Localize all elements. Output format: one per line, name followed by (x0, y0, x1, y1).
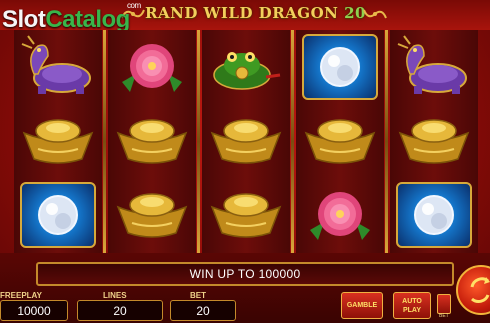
symbol-dragon-turtle (16, 32, 100, 102)
pearl-frame (302, 34, 378, 100)
symbol-dragon-turtle (392, 32, 476, 102)
symbol-gold-ingot (298, 106, 382, 176)
symbol-money-toad (204, 32, 288, 102)
freeplay-label: FREEPLAY (0, 291, 42, 300)
gold-ingot-icon (116, 193, 188, 238)
peony-flower-icon (122, 44, 182, 92)
bet-value[interactable]: 20 (170, 300, 236, 321)
dragon-turtle-icon (397, 35, 467, 94)
symbol-gold-ingot (392, 106, 476, 176)
dragon-turtle-icon (21, 35, 91, 94)
symbol-gold-ingot (16, 106, 100, 176)
reel-divider (103, 30, 106, 253)
gold-ingot-icon (398, 119, 470, 164)
bet-increase-button[interactable] (437, 294, 451, 314)
spin-button[interactable] (456, 265, 490, 315)
autoplay-label-line2: PLAY (402, 306, 422, 314)
money-toad-icon (213, 52, 281, 90)
gold-ingot-icon (210, 193, 282, 238)
bet-label: BET (190, 291, 206, 300)
pearl-icon (414, 195, 454, 235)
pearl-frame (20, 182, 96, 248)
gold-ingot-icon (22, 119, 94, 164)
symbol-pearl (298, 32, 382, 102)
symbol-peony-flower (110, 32, 194, 102)
cloud-ornament-icon (363, 9, 387, 19)
bet-side-label: BET (439, 313, 449, 319)
peony-flower-icon (310, 192, 370, 240)
symbol-gold-ingot (204, 106, 288, 176)
spin-arrows-icon (470, 277, 490, 304)
pearl-icon (320, 47, 360, 87)
reel-divider (197, 30, 200, 253)
symbol-pearl (392, 180, 476, 250)
gold-ingot-icon (210, 119, 282, 164)
game-title: RAND WILD DRAGON 20 (145, 4, 366, 22)
symbol-pearl (16, 180, 100, 250)
win-message-box: WIN UP TO 100000 (36, 262, 454, 286)
freeplay-value: 10000 (0, 300, 68, 321)
pearl-icon (38, 195, 78, 235)
win-message: WIN UP TO 100000 (189, 267, 301, 281)
gold-ingot-icon (304, 119, 376, 164)
reel-divider (291, 30, 294, 253)
symbol-gold-ingot (110, 106, 194, 176)
symbol-peony-flower (298, 180, 382, 250)
reels-area (14, 30, 478, 253)
pearl-frame (396, 182, 472, 248)
autoplay-label-line1: AUTO (402, 297, 422, 305)
autoplay-button[interactable]: AUTO PLAY (393, 292, 431, 319)
gamble-button[interactable]: GAMBLE (341, 292, 383, 319)
lines-value[interactable]: 20 (77, 300, 163, 321)
lines-label: LINES (103, 291, 127, 300)
symbol-gold-ingot (110, 180, 194, 250)
symbol-gold-ingot (204, 180, 288, 250)
reel-divider (385, 30, 388, 253)
gold-ingot-icon (116, 119, 188, 164)
